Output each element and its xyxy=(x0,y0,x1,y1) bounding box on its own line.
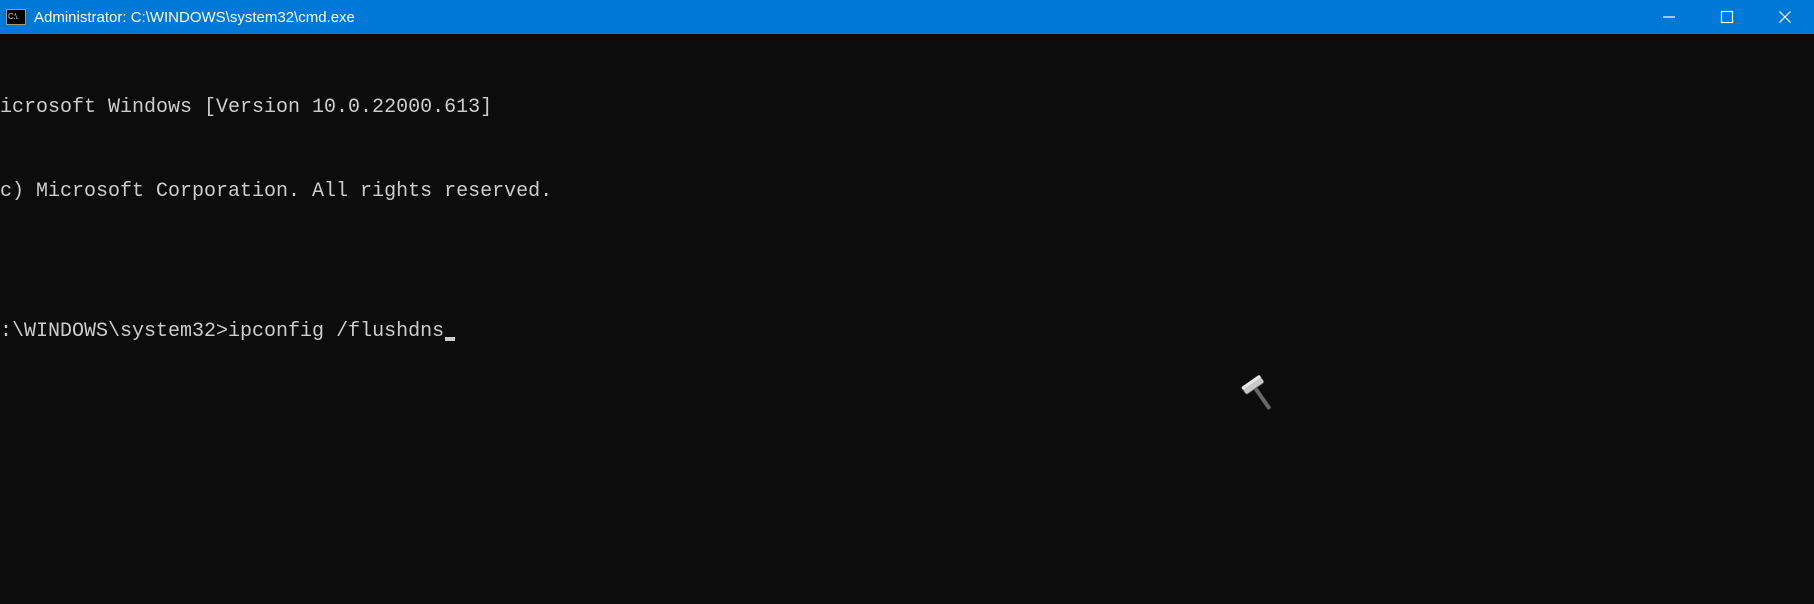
terminal-output[interactable]: icrosoft Windows [Version 10.0.22000.613… xyxy=(0,34,1814,374)
command-prompt-line: :\WINDOWS\system32>ipconfig /flushdns xyxy=(0,318,1814,346)
copyright-line: c) Microsoft Corporation. All rights res… xyxy=(0,178,1814,206)
version-line: icrosoft Windows [Version 10.0.22000.613… xyxy=(0,94,1814,122)
prompt-path: :\WINDOWS\system32> xyxy=(0,318,228,346)
window-titlebar[interactable]: C:\. Administrator: C:\WINDOWS\system32\… xyxy=(0,0,1814,34)
window-title: Administrator: C:\WINDOWS\system32\cmd.e… xyxy=(34,9,355,26)
text-cursor xyxy=(445,337,455,341)
titlebar-left: C:\. Administrator: C:\WINDOWS\system32\… xyxy=(0,9,355,26)
window-controls xyxy=(1640,0,1814,34)
close-icon xyxy=(1778,10,1792,24)
minimize-icon xyxy=(1662,10,1676,24)
maximize-icon xyxy=(1720,10,1734,24)
cmd-app-icon: C:\. xyxy=(6,9,26,25)
typed-command: ipconfig /flushdns xyxy=(228,318,444,346)
maximize-button[interactable] xyxy=(1698,0,1756,34)
close-button[interactable] xyxy=(1756,0,1814,34)
minimize-button[interactable] xyxy=(1640,0,1698,34)
hammer-cursor-icon xyxy=(1235,370,1285,425)
